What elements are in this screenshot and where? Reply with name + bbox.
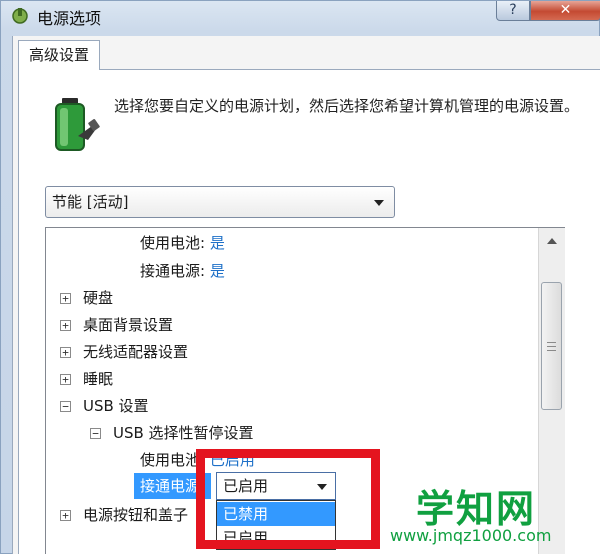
scrollbar-grip (547, 350, 556, 351)
tree-item-usb-selective-suspend[interactable]: USB 选择性暂停设置 (113, 420, 254, 446)
window-title: 电源选项 (37, 9, 102, 28)
watermark-url: www.jmqz1000.com (390, 526, 552, 545)
expand-wireless-icon[interactable]: + (60, 347, 71, 358)
scroll-up-icon[interactable] (547, 238, 557, 244)
tree-item-hard-disk[interactable]: 硬盘 (83, 285, 113, 311)
expand-sleep-icon[interactable]: + (60, 374, 71, 385)
tree-item-desktop-background[interactable]: 桌面背景设置 (83, 312, 173, 338)
plugged-label: 接通电源: (140, 262, 206, 280)
battery-value[interactable]: 是 (210, 234, 225, 252)
app-power-icon (12, 8, 28, 24)
tree-item-sleep[interactable]: 睡眠 (83, 366, 113, 392)
tree-item-usb-settings[interactable]: USB 设置 (83, 393, 149, 419)
chevron-down-icon (374, 200, 384, 206)
battery-plug-icon (55, 98, 100, 151)
power-plan-select[interactable]: 节能 [活动] (45, 186, 395, 218)
red-highlight-box (196, 449, 380, 549)
close-button[interactable]: ✕ (530, 1, 600, 21)
expand-power-buttons-icon[interactable]: + (60, 510, 71, 521)
watermark-logo: 学知网 (416, 487, 537, 531)
expand-hard-disk-icon[interactable]: + (60, 293, 71, 304)
tree-item-plugged-in[interactable]: 接通电源: 是 (140, 258, 225, 284)
expand-desktop-bg-icon[interactable]: + (60, 320, 71, 331)
scrollbar-grip (547, 346, 556, 347)
plan-description: 选择您要自定义的电源计划，然后选择您希望计算机管理的电源设置。 (114, 97, 580, 115)
tree-item-battery[interactable]: 使用电池: 是 (140, 230, 225, 256)
collapse-usb-suspend-icon[interactable]: − (90, 428, 101, 439)
plugged-value[interactable]: 是 (210, 262, 225, 280)
tab-advanced-settings[interactable]: 高级设置 (18, 40, 101, 70)
scrollbar-grip (547, 342, 556, 343)
site-watermark: 学知网 www.jmqz1000.com (360, 472, 600, 554)
power-plan-value: 节能 [活动] (52, 193, 129, 211)
tree-item-wireless-adapter[interactable]: 无线适配器设置 (83, 339, 188, 365)
battery-label: 使用电池: (140, 234, 206, 252)
tree-item-power-buttons[interactable]: 电源按钮和盖子 (83, 502, 188, 528)
help-button[interactable]: ? (496, 1, 530, 21)
title-bar[interactable]: 电源选项 ? ✕ (1, 1, 600, 31)
collapse-usb-icon[interactable]: − (60, 401, 71, 412)
